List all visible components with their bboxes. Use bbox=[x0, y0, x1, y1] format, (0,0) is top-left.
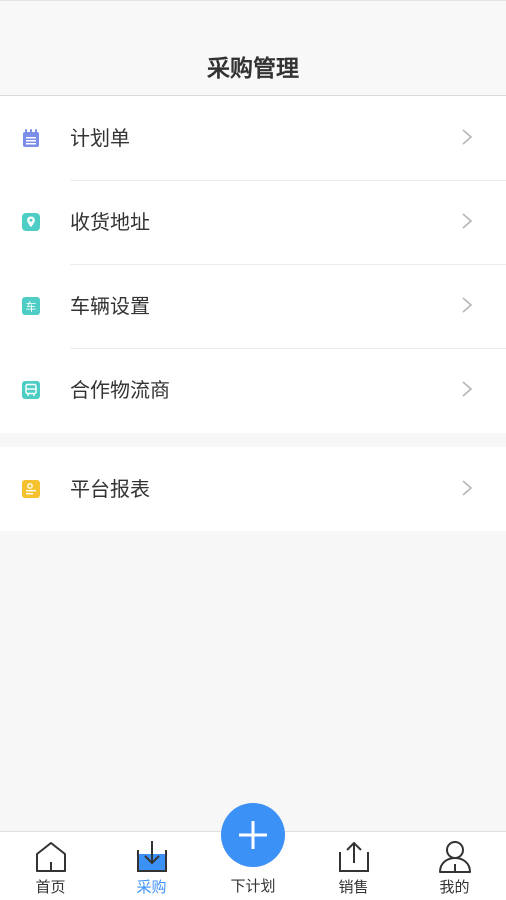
nav-header: 采购管理 bbox=[0, 0, 506, 96]
car-char-icon: 车 bbox=[22, 297, 40, 315]
tab-label: 采购 bbox=[136, 878, 167, 896]
tab-purchase[interactable]: 采购 bbox=[101, 832, 202, 900]
svg-text:车: 车 bbox=[26, 300, 37, 314]
plus-icon bbox=[239, 821, 267, 849]
chevron-right-icon bbox=[462, 297, 473, 313]
page-title: 采购管理 bbox=[207, 56, 299, 82]
menu-item-vehicle[interactable]: 车 车辆设置 bbox=[0, 264, 506, 348]
tab-mine[interactable]: 我的 bbox=[404, 832, 505, 900]
chevron-right-icon bbox=[462, 213, 473, 229]
tab-label: 销售 bbox=[338, 878, 369, 896]
menu-item-report[interactable]: 平台报表 bbox=[0, 447, 506, 531]
location-pin-icon bbox=[22, 213, 40, 231]
menu-item-plan[interactable]: 计划单 bbox=[0, 96, 506, 180]
tab-label-add-plan: 下计划 bbox=[230, 877, 276, 895]
menu-item-address[interactable]: 收货地址 bbox=[0, 180, 506, 264]
home-icon bbox=[36, 842, 66, 872]
chevron-right-icon bbox=[462, 480, 473, 496]
bus-icon bbox=[22, 381, 40, 399]
upload-tray-icon bbox=[339, 841, 369, 872]
tab-sales[interactable]: 销售 bbox=[303, 832, 404, 900]
menu-item-label: 计划单 bbox=[70, 126, 130, 150]
menu-item-label: 合作物流商 bbox=[70, 378, 170, 402]
user-icon bbox=[439, 841, 471, 873]
notepad-icon bbox=[23, 129, 39, 147]
report-icon bbox=[22, 480, 40, 498]
menu-item-label: 车辆设置 bbox=[70, 294, 150, 318]
menu-group-main: 计划单 收货地址 车 车辆设置 合作物流商 bbox=[0, 96, 506, 433]
menu-item-label: 收货地址 bbox=[70, 210, 150, 234]
menu-item-label: 平台报表 bbox=[70, 477, 150, 501]
chevron-right-icon bbox=[462, 129, 473, 145]
tab-home[interactable]: 首页 bbox=[0, 832, 101, 900]
tab-label: 我的 bbox=[439, 878, 470, 896]
download-tray-icon bbox=[137, 841, 167, 872]
menu-item-logistics[interactable]: 合作物流商 bbox=[0, 348, 506, 432]
add-plan-button[interactable] bbox=[221, 803, 285, 867]
tab-label: 首页 bbox=[35, 878, 66, 896]
menu-group-report: 平台报表 bbox=[0, 447, 506, 531]
chevron-right-icon bbox=[462, 381, 473, 397]
